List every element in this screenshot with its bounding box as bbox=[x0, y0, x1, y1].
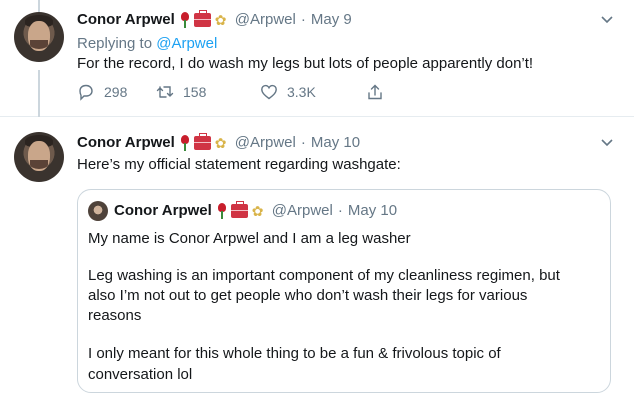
tweet-date[interactable]: May 10 bbox=[311, 134, 360, 151]
tweet-2[interactable]: Conor Arpwel ✿ @Arpwel · May 10 Here’s m… bbox=[0, 117, 634, 407]
wheat-icon: ✿ bbox=[214, 11, 227, 28]
quoted-tweet[interactable]: Conor Arpwel ✿ @Arpwel · May 10 My name … bbox=[77, 189, 611, 393]
wheat-icon: ✿ bbox=[214, 134, 227, 151]
quoted-date: May 10 bbox=[347, 202, 398, 219]
like-button[interactable]: 3.3K bbox=[260, 83, 366, 101]
quoted-text-line: reasons bbox=[88, 307, 142, 324]
replying-prefix: Replying to bbox=[77, 35, 157, 52]
reply-count: 298 bbox=[104, 84, 128, 100]
chevron-down-icon[interactable] bbox=[600, 13, 614, 27]
reply-icon bbox=[79, 84, 93, 101]
quoted-avatar bbox=[88, 201, 108, 221]
retweet-count: 158 bbox=[183, 84, 207, 100]
tweet-text: For the record, I do wash my legs but lo… bbox=[77, 55, 534, 72]
share-icon bbox=[368, 84, 382, 100]
separator-dot: · bbox=[300, 134, 306, 151]
quoted-text-line: also I’m not out to get people who don’t… bbox=[88, 287, 528, 304]
separator-dot: · bbox=[300, 11, 306, 28]
tweet-actions: 298 158 3.3K bbox=[77, 83, 393, 101]
author-name[interactable]: Conor Arpwel bbox=[77, 11, 175, 28]
thread-line bbox=[38, 70, 40, 117]
like-icon bbox=[261, 84, 277, 100]
reply-button[interactable]: 298 bbox=[77, 83, 156, 101]
author-handle[interactable]: @Arpwel bbox=[235, 11, 296, 28]
avatar[interactable] bbox=[14, 12, 64, 62]
like-count: 3.3K bbox=[287, 84, 316, 100]
chevron-down-icon[interactable] bbox=[600, 136, 614, 150]
name-emojis: ✿ bbox=[180, 132, 229, 151]
rose-icon bbox=[217, 202, 226, 219]
rose-icon bbox=[180, 11, 189, 28]
replying-to: Replying to @Arpwel bbox=[77, 35, 217, 52]
author-handle[interactable]: @Arpwel bbox=[235, 134, 296, 151]
rose-icon bbox=[180, 134, 189, 151]
author-name[interactable]: Conor Arpwel bbox=[77, 134, 175, 151]
tweet-text: Here’s my official statement regarding w… bbox=[77, 156, 401, 173]
avatar[interactable] bbox=[14, 132, 64, 182]
avatar-beard bbox=[30, 40, 48, 49]
tweet-header: Conor Arpwel ✿ @Arpwel · May 10 bbox=[77, 132, 360, 151]
retweet-icon bbox=[156, 86, 174, 98]
quoted-author-name: Conor Arpwel bbox=[114, 202, 212, 219]
thread-line-top bbox=[38, 0, 40, 12]
toolbox-icon bbox=[193, 9, 211, 27]
wheat-icon: ✿ bbox=[251, 202, 264, 219]
separator-dot: · bbox=[337, 202, 343, 219]
avatar-beard bbox=[30, 160, 48, 169]
replying-handle-link[interactable]: @Arpwel bbox=[156, 35, 217, 52]
share-button[interactable] bbox=[366, 83, 393, 101]
tweet-header: Conor Arpwel ✿ @Arpwel · May 9 bbox=[77, 9, 352, 28]
quoted-text-line: conversation lol bbox=[88, 366, 193, 383]
tweet-date[interactable]: May 9 bbox=[311, 11, 352, 28]
toolbox-icon bbox=[230, 200, 248, 218]
quoted-text-line: I only meant for this whole thing to be … bbox=[88, 345, 501, 362]
name-emojis: ✿ bbox=[217, 200, 266, 219]
toolbox-icon bbox=[193, 132, 211, 150]
name-emojis: ✿ bbox=[180, 9, 229, 28]
quoted-text-line: Leg washing is an important component of… bbox=[88, 267, 560, 284]
retweet-button[interactable]: 158 bbox=[156, 83, 260, 101]
tweet-1[interactable]: Conor Arpwel ✿ @Arpwel · May 9 Replying … bbox=[0, 0, 634, 117]
quoted-header: Conor Arpwel ✿ @Arpwel · May 10 bbox=[114, 200, 398, 219]
quoted-text-line: My name is Conor Arpwel and I am a leg w… bbox=[88, 230, 411, 247]
quoted-handle: @Arpwel bbox=[271, 202, 333, 219]
